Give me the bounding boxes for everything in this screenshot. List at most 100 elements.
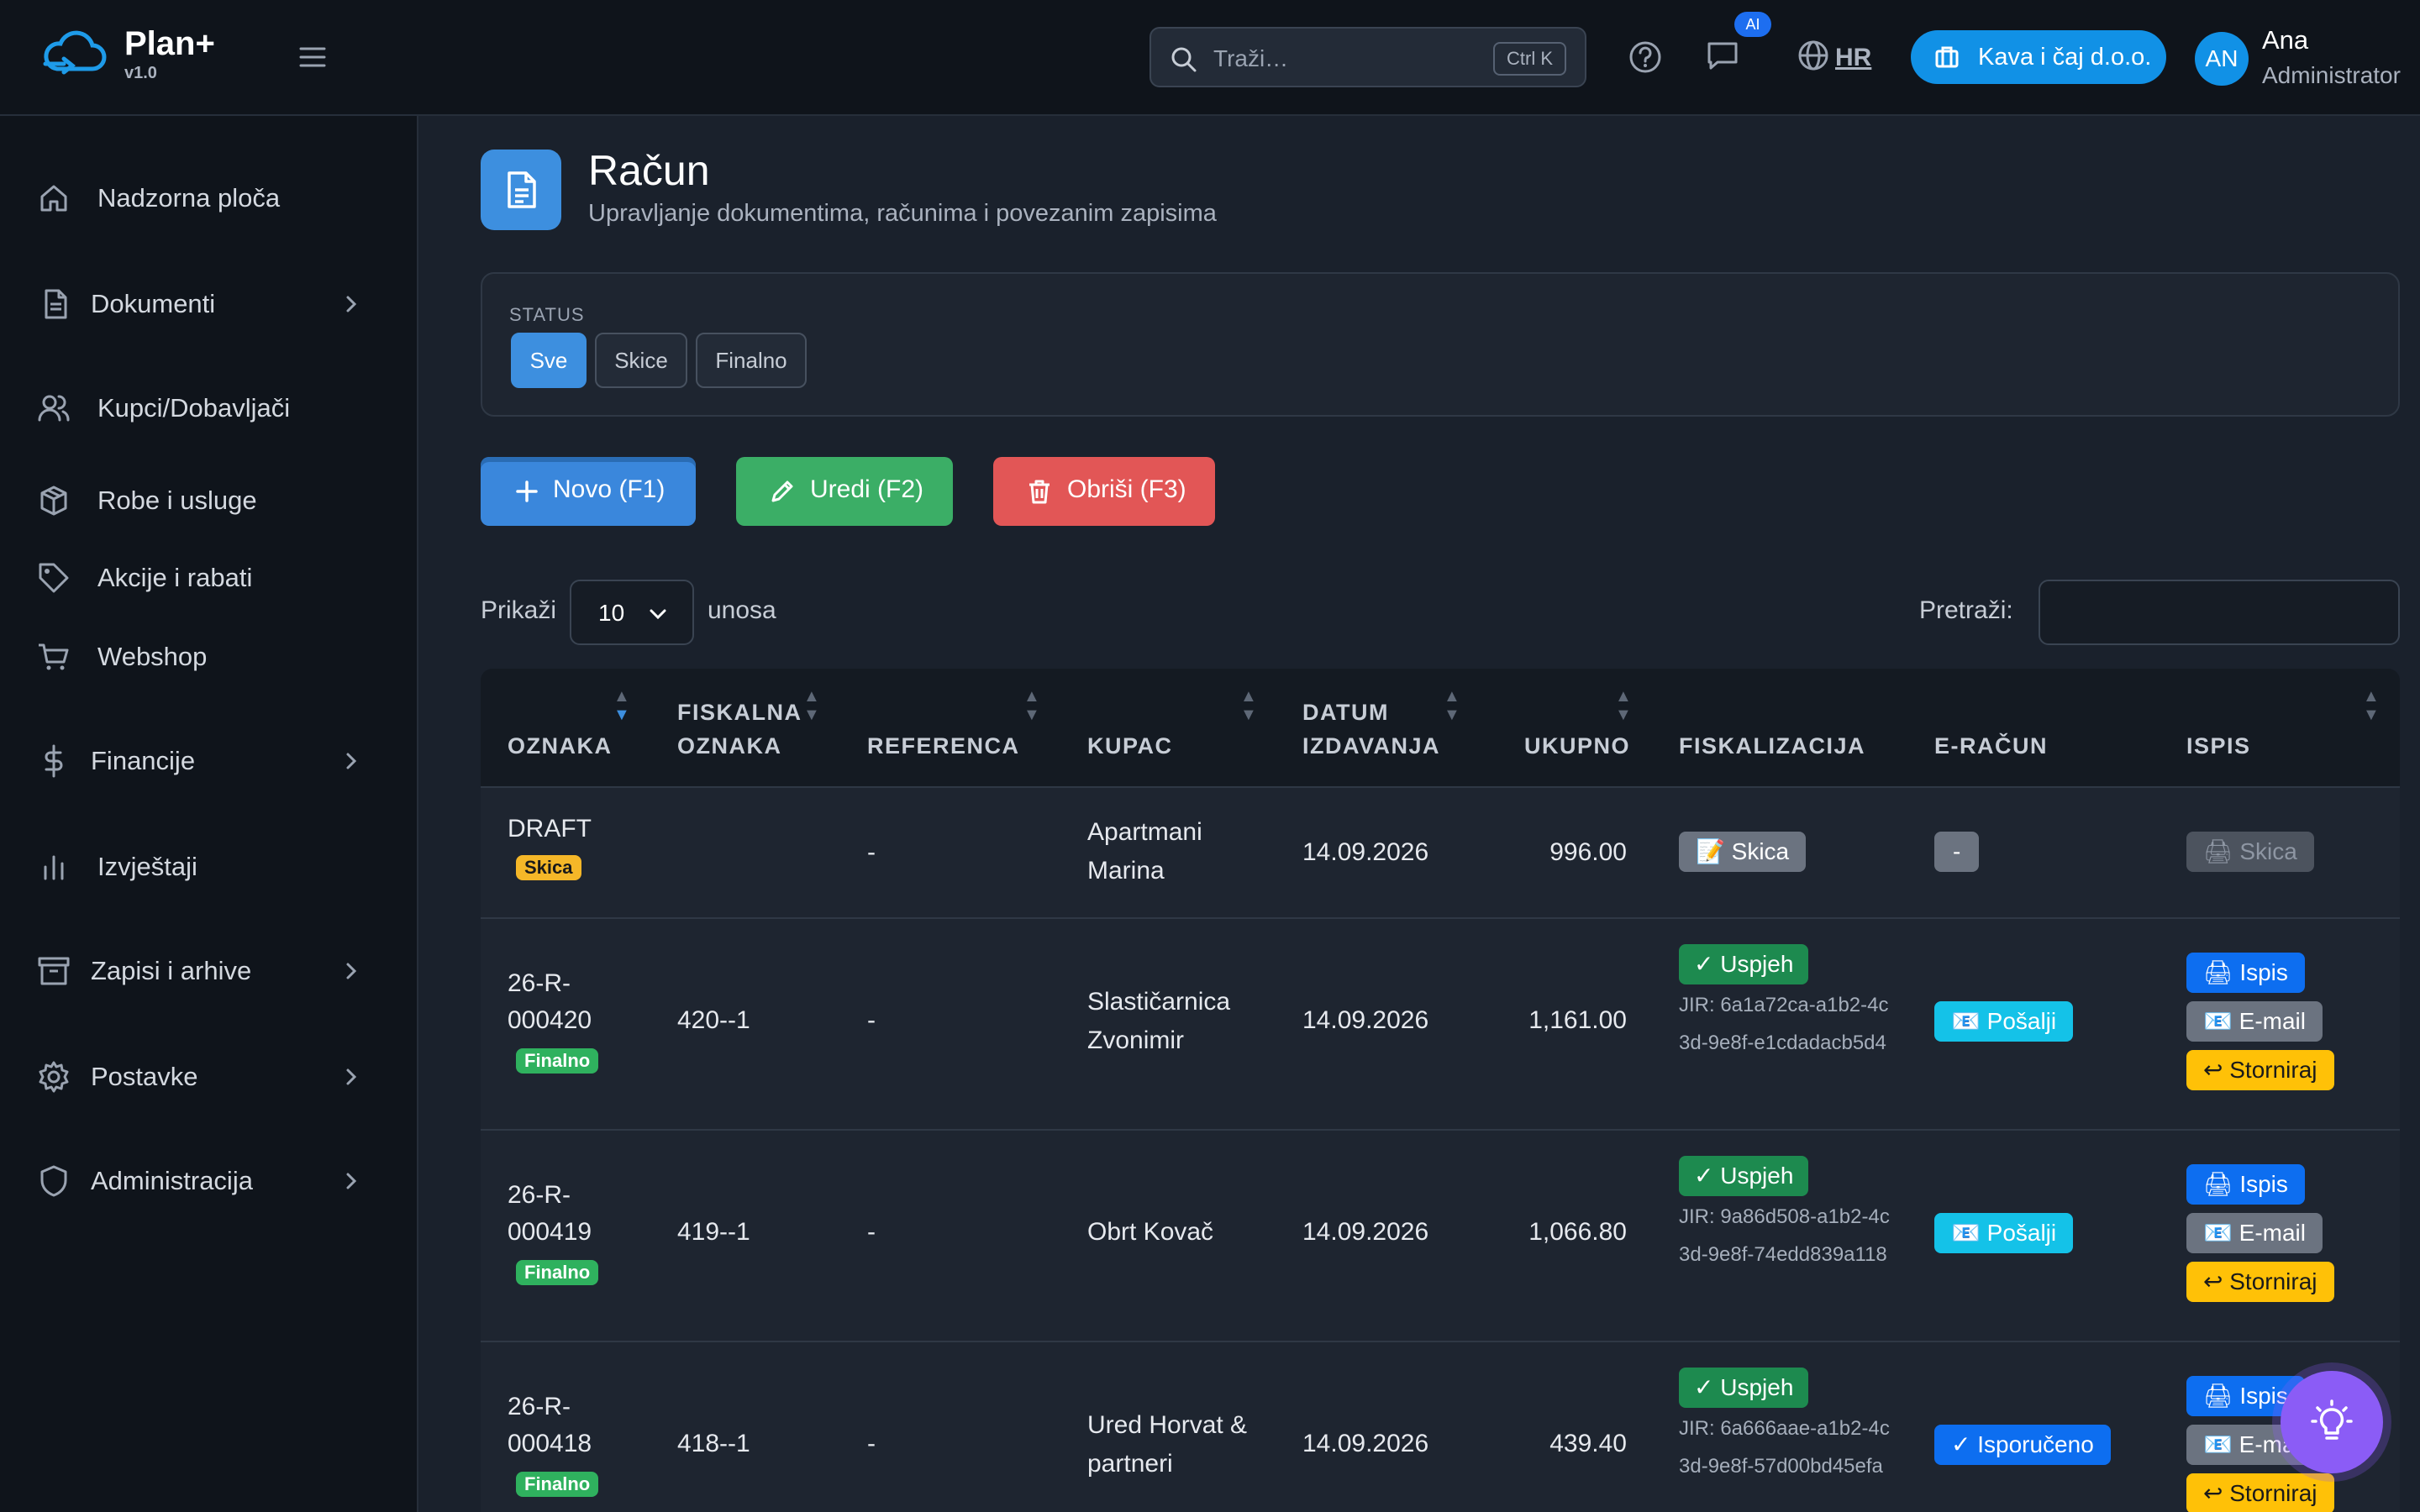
sidebar-item-administration[interactable]: Administracija: [0, 1147, 417, 1215]
cell-oznaka-1: 26-R-: [508, 1393, 571, 1420]
sort-icon[interactable]: ▲ ▼: [1615, 687, 1632, 724]
sidebar-item-label: Zapisi i arhive: [91, 956, 252, 985]
cell-kupac-1: Apartmani: [1087, 818, 1202, 846]
sidebar: Nadzorna ploča Dokumenti Kupci/Dobavljač…: [0, 116, 418, 1512]
sidebar-item-documents[interactable]: Dokumenti: [0, 270, 417, 338]
cell-datum: 14.09.2026: [1302, 838, 1429, 866]
cell-kupac-1: Ured Horvat &: [1087, 1411, 1248, 1439]
cell-oznaka-2: 000418: [508, 1430, 592, 1457]
sort-icon[interactable]: ▲ ▼: [1444, 687, 1460, 724]
column-header-kupac[interactable]: KUPAC: [1087, 729, 1173, 763]
column-header-fiskalna-1[interactable]: FISKALNA: [677, 696, 802, 729]
sidebar-item-reports[interactable]: Izvještaji: [0, 833, 417, 900]
filter-chip-final[interactable]: Finalno: [696, 333, 807, 388]
page-size-select[interactable]: 10: [570, 580, 694, 645]
jir-code: JIR: 9a86d508-a1b2-4c3d-9e8f-74edd839a11…: [1679, 1205, 1890, 1266]
column-header-datum-2[interactable]: IZDAVANJA: [1302, 729, 1440, 763]
sidebar-item-promotions[interactable]: Akcije i rabati: [0, 544, 417, 612]
table-search-input[interactable]: [2039, 580, 2400, 645]
column-header-eracun: E-RAČUN: [1934, 733, 2048, 759]
plus-icon: [516, 480, 538, 502]
entries-label: unosa: [708, 596, 776, 624]
cell-ukupno: 996.00: [1549, 838, 1627, 866]
cell-oznaka-1: 26-R-: [508, 1181, 571, 1209]
global-search[interactable]: Traži… Ctrl K: [1150, 27, 1586, 87]
user-name[interactable]: Ana: [2262, 25, 2308, 55]
cart-icon: [39, 643, 69, 670]
cell-referenca: -: [867, 838, 876, 866]
storno-button[interactable]: ↩ Storniraj: [2186, 1262, 2334, 1302]
cell-datum: 14.09.2026: [1302, 1218, 1429, 1246]
table-row[interactable]: 26-R- 000420 Finalno 420--1 - Slastičarn…: [481, 919, 2400, 1131]
column-header-ukupno[interactable]: UKUPNO: [1524, 729, 1630, 763]
cloud-logo-icon[interactable]: [39, 25, 111, 84]
column-header-referenca[interactable]: REFERENCA: [867, 729, 1020, 763]
table-row[interactable]: 26-R- 000418 Finalno 418--1 - Ured Horva…: [481, 1342, 2400, 1512]
filter-chip-all[interactable]: Sve: [511, 333, 587, 388]
column-header-ispis[interactable]: ISPIS: [2186, 729, 2251, 763]
cell-oznaka-2: 000420: [508, 1006, 592, 1034]
user-role: Administrator: [2262, 62, 2401, 88]
cell-kupac-2: Zvonimir: [1087, 1026, 1185, 1054]
sidebar-item-finance[interactable]: Financije: [0, 727, 417, 795]
cell-oznaka-1: 26-R-: [508, 969, 571, 997]
archive-icon: [38, 957, 70, 985]
sidebar-item-label: Webshop: [97, 642, 208, 671]
menu-toggle-icon[interactable]: [296, 42, 329, 72]
filter-chip-drafts[interactable]: Skice: [595, 333, 687, 388]
sort-icon[interactable]: ▲ ▼: [2363, 687, 2380, 724]
table-row[interactable]: DRAFT Skica - Apartmani Marina 14.09.202…: [481, 788, 2400, 919]
status-badge: Finalno: [516, 1472, 599, 1497]
app-name[interactable]: Plan+: [124, 25, 215, 63]
new-button[interactable]: Novo (F1): [481, 457, 696, 526]
status-badge: Finalno: [516, 1260, 599, 1285]
send-e-invoice-button[interactable]: 📧 Pošalji: [1934, 1001, 2074, 1042]
help-icon[interactable]: [1627, 39, 1664, 76]
cell-fiskalna: 419--1: [677, 1218, 750, 1246]
jir-code: JIR: 6a666aae-a1b2-4c3d-9e8f-57d00bd45ef…: [1679, 1417, 1890, 1478]
sidebar-item-products[interactable]: Robe i usluge: [0, 467, 417, 534]
table-row[interactable]: 26-R- 000419 Finalno 419--1 - Obrt Kovač…: [481, 1131, 2400, 1342]
sort-icon[interactable]: ▲ ▼: [1023, 687, 1040, 724]
column-header-fiskalna-2[interactable]: OZNAKA: [677, 729, 782, 763]
send-e-invoice-button[interactable]: 📧 Pošalji: [1934, 1213, 2074, 1253]
column-header-oznaka[interactable]: OZNAKA: [508, 729, 613, 763]
company-switcher-button[interactable]: Kava i čaj d.o.o.: [1911, 30, 2166, 84]
invoice-table: OZNAKA ▲ ▼ FISKALNA OZNAKA ▲ ▼ REFERENCA ▲…: [481, 669, 2400, 1512]
storno-button[interactable]: ↩ Storniraj: [2186, 1473, 2334, 1512]
storno-button[interactable]: ↩ Storniraj: [2186, 1050, 2334, 1090]
sidebar-item-label: Postavke: [91, 1062, 198, 1091]
sidebar-item-dashboard[interactable]: Nadzorna ploča: [0, 165, 417, 232]
document-icon: [45, 289, 67, 319]
delete-button[interactable]: Obriši (F3): [993, 457, 1215, 526]
sort-icon[interactable]: ▲ ▼: [803, 687, 820, 724]
tips-fab-button[interactable]: [2281, 1371, 2383, 1473]
language-switcher[interactable]: HR: [1797, 39, 1871, 72]
sidebar-item-webshop[interactable]: Webshop: [0, 623, 417, 690]
bar-chart-icon: [44, 855, 64, 880]
sidebar-item-customers[interactable]: Kupci/Dobavljači: [0, 375, 417, 442]
chevron-right-icon: [346, 963, 357, 979]
column-header-datum-1[interactable]: DATUM: [1302, 696, 1389, 729]
cell-kupac-1: Slastičarnica: [1087, 988, 1231, 1016]
sidebar-item-settings[interactable]: Postavke: [0, 1043, 417, 1110]
avatar[interactable]: AN: [2195, 32, 2249, 86]
new-button-label: Novo (F1): [553, 475, 666, 503]
print-button[interactable]: 🖨 Ispis: [2186, 1164, 2305, 1205]
invoice-icon: [508, 171, 536, 208]
email-button[interactable]: 📧 E-mail: [2186, 1001, 2323, 1042]
chat-icon[interactable]: [1704, 37, 1741, 74]
sort-icon[interactable]: ▲ ▼: [1240, 687, 1257, 724]
shield-icon: [40, 1165, 67, 1197]
sidebar-item-archives[interactable]: Zapisi i arhive: [0, 937, 417, 1005]
status-filter: STATUS Sve Skice Finalno: [481, 272, 2400, 417]
globe-icon: [1798, 40, 1828, 71]
chevron-down-icon: [650, 609, 666, 620]
column-header-fiskalizacija: FISKALIZACIJA: [1679, 733, 1865, 759]
print-button[interactable]: 🖨 Ispis: [2186, 953, 2305, 993]
sort-icon[interactable]: ▲ ▼: [613, 687, 630, 724]
edit-button[interactable]: Uredi (F2): [736, 457, 953, 526]
tag-icon: [39, 563, 69, 593]
show-label: Prikaži: [481, 596, 557, 624]
email-button[interactable]: 📧 E-mail: [2186, 1213, 2323, 1253]
